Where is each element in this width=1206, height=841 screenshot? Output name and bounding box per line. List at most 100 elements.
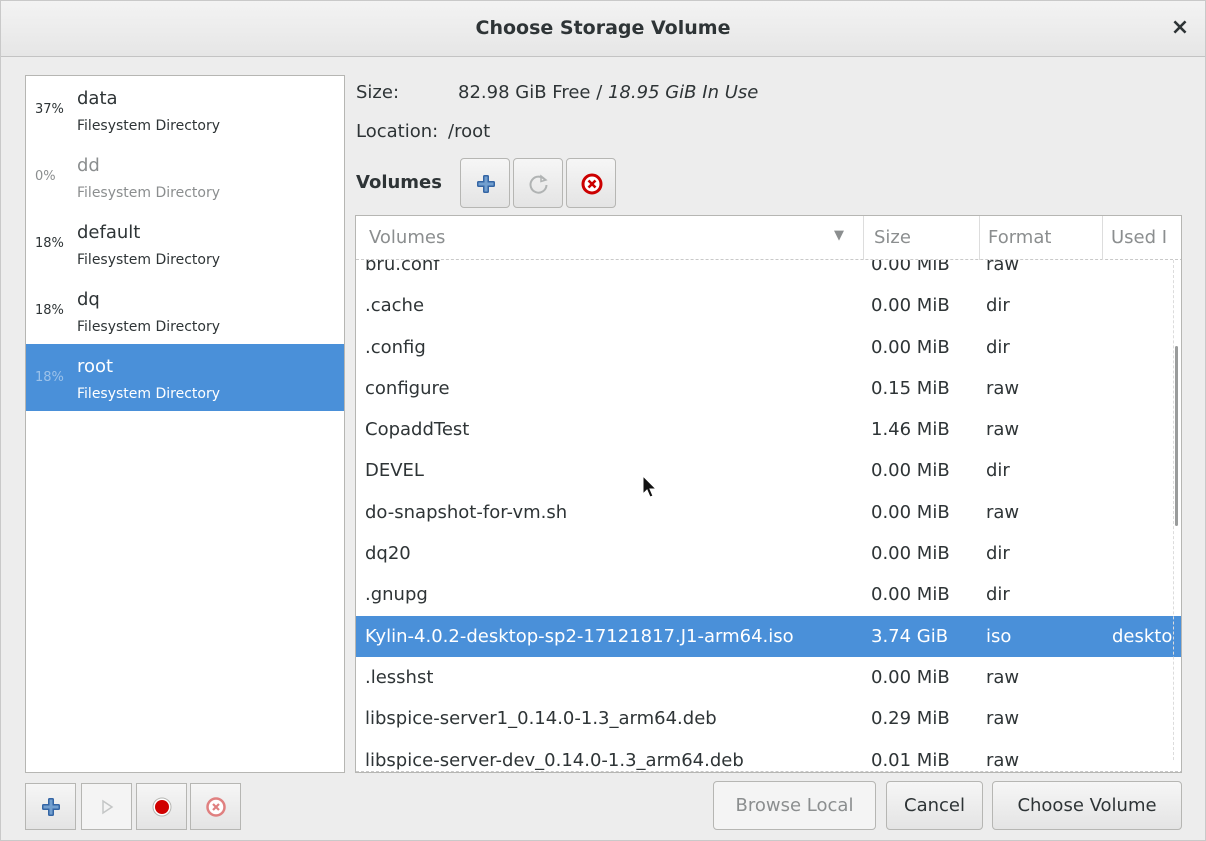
column-header-format[interactable]: Format [988,227,1051,248]
pool-type: Filesystem Directory [77,118,221,134]
volume-format: iso [986,625,1012,647]
column-header-size[interactable]: Size [874,227,911,248]
table-row[interactable]: .lesshst 0.00 MiB raw [356,657,1181,698]
pool-type: Filesystem Directory [77,386,221,402]
column-divider[interactable] [1102,216,1103,260]
table-row[interactable]: dq20 0.00 MiB dir [356,533,1181,574]
mouse-cursor-icon [642,475,658,498]
refresh-volumes-button[interactable] [513,158,563,208]
volume-format: raw [986,749,1020,771]
volume-format: dir [986,543,1010,565]
dialog-title: Choose Storage Volume [475,17,731,39]
cancel-button[interactable]: Cancel [886,781,983,830]
table-row[interactable]: configure 0.15 MiB raw [356,368,1181,409]
pool-type: Filesystem Directory [77,319,221,335]
volume-size: 1.46 MiB [871,419,950,441]
pool-type: Filesystem Directory [77,252,221,268]
choose-volume-button[interactable]: Choose Volume [992,781,1182,830]
location-label: Location: [356,121,439,142]
pool-name: dq [77,289,100,310]
stop-pool-button[interactable] [136,783,187,830]
close-button[interactable]: × [1165,13,1195,43]
column-header-volumes[interactable]: Volumes [369,227,445,248]
volume-format: raw [986,377,1020,399]
table-row[interactable]: DEVEL 0.00 MiB dir [356,450,1181,491]
table-row[interactable]: libspice-server1_0.14.0-1.3_arm64.deb 0.2… [356,698,1181,739]
table-row[interactable]: do-snapshot-for-vm.sh 0.00 MiB raw [356,492,1181,533]
volume-format: raw [986,419,1020,441]
scrollbar-thumb[interactable] [1175,346,1178,526]
volume-format: dir [986,295,1010,317]
add-volume-button[interactable] [460,158,510,208]
volume-name: libspice-server1_0.14.0-1.3_arm64.deb [365,708,717,730]
table-row[interactable]: .gnupg 0.00 MiB dir [356,574,1181,615]
stop-icon [152,797,172,817]
volume-name: .gnupg [365,584,428,606]
table-row[interactable]: .config 0.00 MiB dir [356,327,1181,368]
play-icon [102,799,114,815]
volume-size: 0.00 MiB [871,501,950,523]
pool-name: data [77,88,118,109]
size-free: 82.98 GiB Free / [458,82,608,103]
table-row[interactable]: CopaddTest 1.46 MiB raw [356,409,1181,450]
volume-used-by: deskto [1112,625,1173,647]
plus-icon [42,798,60,816]
volume-name: .cache [365,295,425,317]
volume-format: raw [986,501,1020,523]
size-in-use: 18.95 GiB In Use [607,82,759,103]
column-header-used-by[interactable]: Used I [1111,227,1167,248]
pool-item-data[interactable]: 37% data Filesystem Directory [26,76,344,143]
volume-size: 0.00 MiB [871,666,950,688]
volume-format: dir [986,460,1010,482]
size-value: 82.98 GiB Free / 18.95 GiB In Use [458,82,758,103]
column-divider[interactable] [863,216,864,260]
delete-pool-button[interactable] [190,783,241,830]
table-row[interactable]: libspice-server-dev_0.14.0-1.3_arm64.deb… [356,740,1181,772]
pool-usage-percent: 37% [35,102,64,117]
volume-size: 0.00 MiB [871,584,950,606]
volume-size: 0.00 MiB [871,543,950,565]
volume-format: dir [986,336,1010,358]
volume-size: 0.00 MiB [871,295,950,317]
volume-name: DEVEL [365,460,424,482]
pool-usage-percent: 18% [35,303,64,318]
plus-icon [477,175,495,193]
volume-name: .lesshst [365,666,434,688]
pool-item-default[interactable]: 18% default Filesystem Directory [26,210,344,277]
pool-name: root [77,356,114,377]
choose-storage-volume-dialog: Choose Storage Volume × 37% data Filesys… [0,0,1206,841]
table-header: Volumes ▼ Size Format Used I [356,216,1181,260]
volume-name: libspice-server-dev_0.14.0-1.3_arm64.deb [365,749,744,771]
sort-chevron-down-icon[interactable]: ▼ [834,228,844,243]
pool-item-root[interactable]: 18% root Filesystem Directory [26,344,344,411]
volume-size: 0.29 MiB [871,708,950,730]
pool-name: default [77,222,141,243]
delete-icon [581,173,603,195]
pool-item-dq[interactable]: 18% dq Filesystem Directory [26,277,344,344]
volume-name: dq20 [365,543,411,565]
volume-name: do-snapshot-for-vm.sh [365,501,568,523]
refresh-icon [529,174,548,194]
volume-size: 0.15 MiB [871,377,950,399]
column-divider[interactable] [979,216,980,260]
pool-usage-percent: 18% [35,236,64,251]
pool-item-dd[interactable]: 0% dd Filesystem Directory [26,143,344,210]
table-row[interactable]: Kylin-4.0.2-desktop-sp2-17121817.J1-arm6… [356,615,1181,657]
start-pool-button[interactable] [81,783,132,830]
table-row[interactable]: .cache 0.00 MiB dir [356,285,1181,326]
browse-local-button[interactable]: Browse Local [713,781,876,830]
add-pool-button[interactable] [25,783,76,830]
volume-name: Kylin-4.0.2-desktop-sp2-17121817.J1-arm6… [365,625,794,647]
volume-name: configure [365,377,450,399]
volume-table: bru.conf 0.00 MiB raw .cache 0.00 MiB dir .con… [355,215,1182,773]
volume-name: .config [365,336,426,358]
title-bar: Choose Storage Volume × [1,1,1205,57]
delete-volume-button[interactable] [566,158,616,208]
volumes-heading: Volumes [356,172,442,193]
volume-format: raw [986,666,1020,688]
volume-rows: bru.conf 0.00 MiB raw .cache 0.00 MiB dir .con… [356,244,1181,772]
volume-size: 0.00 MiB [871,460,950,482]
volume-size: 3.74 GiB [871,625,949,647]
storage-pool-list: 37% data Filesystem Directory 0% dd File… [25,75,345,773]
pool-name: dd [77,155,100,176]
